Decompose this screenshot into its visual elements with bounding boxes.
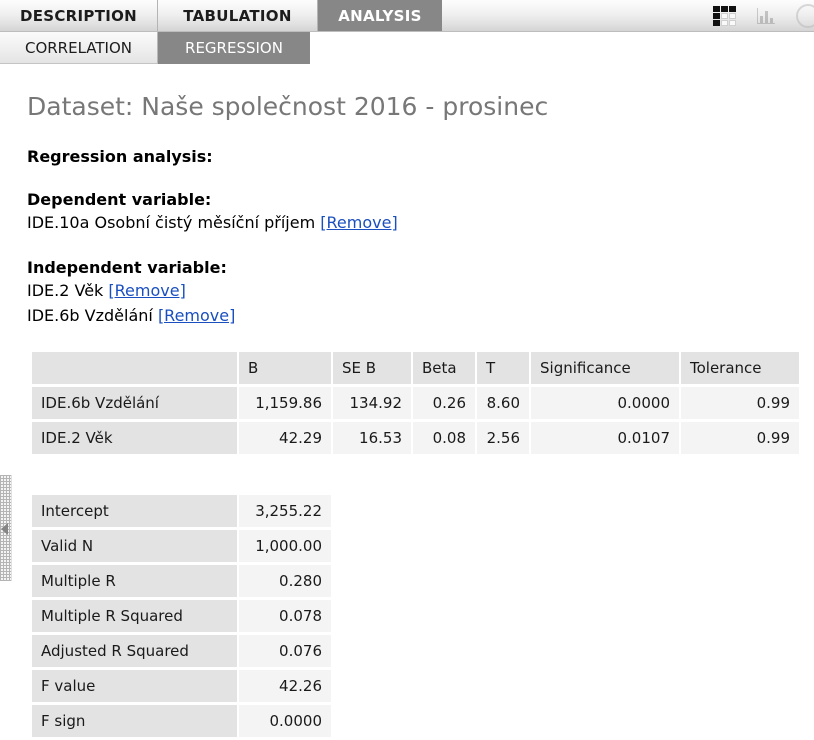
col-header-beta: Beta — [413, 352, 475, 385]
col-header-se-b: SE B — [333, 352, 411, 385]
dependent-variable-heading: Dependent variable: — [27, 189, 212, 209]
summary-label: Multiple R Squared — [32, 600, 237, 633]
col-header-tolerance: Tolerance — [681, 352, 799, 385]
summary-value: 0.0000 — [239, 705, 331, 738]
collapse-panel-arrow-icon[interactable] — [1, 523, 8, 535]
table-row: Intercept 3,255.22 — [32, 495, 331, 528]
cell-t: 8.60 — [477, 387, 529, 420]
panel-splitter-handle[interactable] — [0, 475, 12, 581]
cell-se-b: 134.92 — [333, 387, 411, 420]
table-row: Adjusted R Squared 0.076 — [32, 635, 331, 668]
table-view-icon[interactable] — [712, 5, 736, 27]
summary-value: 0.280 — [239, 565, 331, 598]
remove-independent-variable-link-2[interactable]: [Remove] — [158, 306, 235, 325]
cell-tolerance: 0.99 — [681, 387, 799, 420]
summary-label: Valid N — [32, 530, 237, 563]
cell-b: 1,159.86 — [239, 387, 331, 420]
model-summary-table: Intercept 3,255.22 Valid N 1,000.00 Mult… — [30, 492, 333, 740]
col-header-variable — [32, 352, 237, 385]
table-header-row: B SE B Beta T Significance Tolerance — [32, 352, 799, 385]
cell-t: 2.56 — [477, 422, 529, 455]
grid-icon-glyph — [712, 6, 736, 26]
table-row: Multiple R Squared 0.078 — [32, 600, 331, 633]
coefficients-table: B SE B Beta T Significance Tolerance IDE… — [30, 349, 801, 457]
analysis-content: Dataset: Naše společnost 2016 - prosinec… — [0, 93, 814, 740]
summary-label: Intercept — [32, 495, 237, 528]
tab-analysis-label: ANALYSIS — [338, 6, 422, 25]
col-header-t: T — [477, 352, 529, 385]
independent-variable-row: IDE.2 Věk [Remove] — [27, 279, 814, 302]
tab-regression[interactable]: REGRESSION — [158, 32, 310, 64]
summary-label: F sign — [32, 705, 237, 738]
cell-variable-name: IDE.2 Věk — [32, 422, 237, 455]
cell-variable-name: IDE.6b Vzdělání — [32, 387, 237, 420]
dependent-variable-row: IDE.10a Osobní čistý měsíční příjem [Rem… — [27, 211, 814, 234]
cell-significance: 0.0000 — [531, 387, 679, 420]
summary-value: 3,255.22 — [239, 495, 331, 528]
tab-description-label: DESCRIPTION — [19, 6, 138, 25]
cell-tolerance: 0.99 — [681, 422, 799, 455]
summary-label: Adjusted R Squared — [32, 635, 237, 668]
table-row: Valid N 1,000.00 — [32, 530, 331, 563]
primary-tab-bar: DESCRIPTION TABULATION ANALYSIS — [0, 0, 814, 32]
cell-significance: 0.0107 — [531, 422, 679, 455]
table-row: IDE.6b Vzdělání 1,159.86 134.92 0.26 8.6… — [32, 387, 799, 420]
table-row: F value 42.26 — [32, 670, 331, 703]
tab-correlation-label: CORRELATION — [24, 38, 132, 57]
cell-se-b: 16.53 — [333, 422, 411, 455]
tab-tabulation[interactable]: TABULATION — [158, 0, 318, 31]
regression-analysis-heading: Regression analysis: — [27, 146, 213, 166]
table-row: F sign 0.0000 — [32, 705, 331, 738]
summary-value: 42.26 — [239, 670, 331, 703]
summary-value: 0.078 — [239, 600, 331, 633]
independent-variable-row: IDE.6b Vzdělání [Remove] — [27, 304, 814, 327]
summary-value: 1,000.00 — [239, 530, 331, 563]
tab-description[interactable]: DESCRIPTION — [0, 0, 158, 31]
tab-regression-label: REGRESSION — [185, 38, 283, 57]
cell-b: 42.29 — [239, 422, 331, 455]
page-title: Dataset: Naše společnost 2016 - prosinec — [27, 92, 549, 121]
cell-beta: 0.08 — [413, 422, 475, 455]
circle-icon-glyph — [796, 4, 814, 28]
remove-dependent-variable-link[interactable]: [Remove] — [320, 213, 397, 232]
col-header-b: B — [239, 352, 331, 385]
dependent-variable-name: IDE.10a Osobní čistý měsíční příjem — [27, 212, 316, 232]
summary-label: F value — [32, 670, 237, 703]
independent-variable-heading: Independent variable: — [27, 257, 227, 277]
col-header-significance: Significance — [531, 352, 679, 385]
tab-correlation[interactable]: CORRELATION — [0, 32, 158, 64]
independent-variable-name-1: IDE.2 Věk — [27, 280, 104, 300]
chart-view-icon[interactable] — [754, 5, 778, 27]
chart-icon-glyph — [756, 7, 776, 25]
tab-tabulation-label: TABULATION — [183, 6, 292, 25]
tab-bar-filler — [310, 32, 814, 64]
secondary-tab-bar: CORRELATION REGRESSION — [0, 32, 814, 64]
independent-variable-name-2: IDE.6b Vzdělání — [27, 305, 153, 325]
table-row: Multiple R 0.280 — [32, 565, 331, 598]
summary-value: 0.076 — [239, 635, 331, 668]
summary-label: Multiple R — [32, 565, 237, 598]
remove-independent-variable-link-1[interactable]: [Remove] — [108, 281, 185, 300]
view-toolbar — [712, 0, 814, 32]
table-row: IDE.2 Věk 42.29 16.53 0.08 2.56 0.0107 0… — [32, 422, 799, 455]
tab-analysis[interactable]: ANALYSIS — [318, 0, 442, 31]
pie-view-icon[interactable] — [796, 4, 814, 28]
cell-beta: 0.26 — [413, 387, 475, 420]
